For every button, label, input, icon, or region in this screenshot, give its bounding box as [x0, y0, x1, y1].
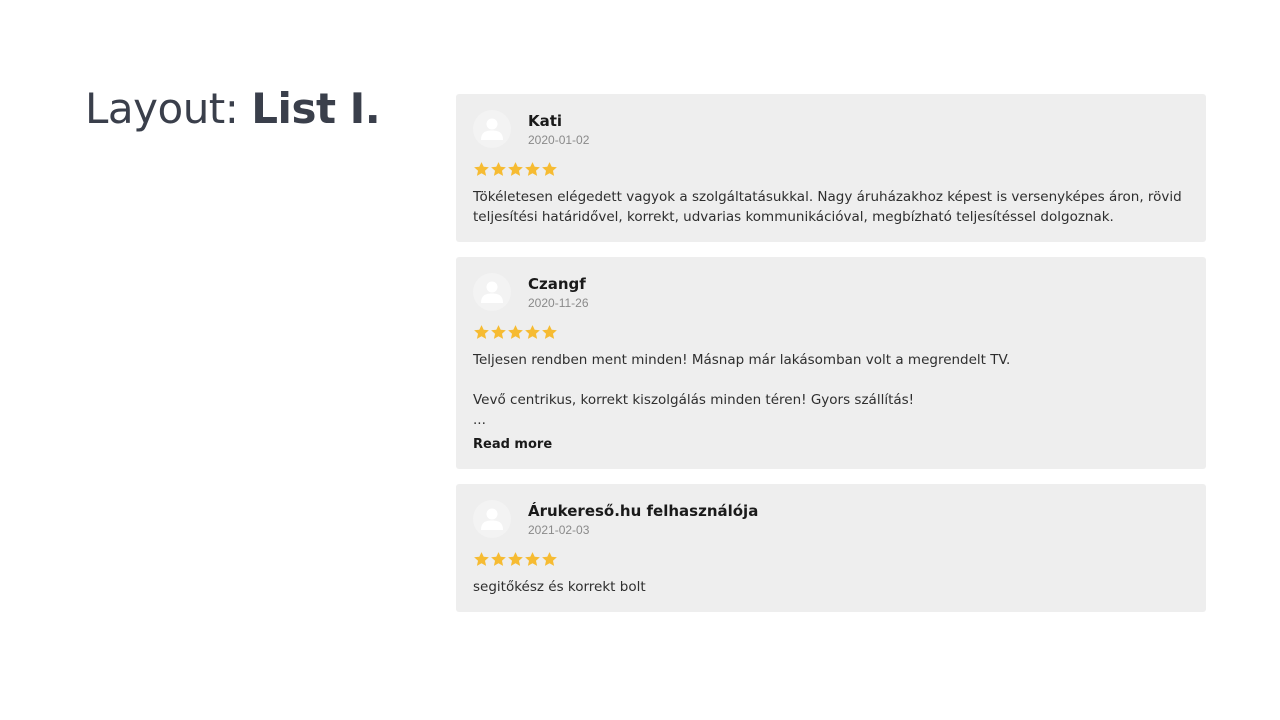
star-rating — [473, 551, 1189, 569]
star-icon — [491, 162, 506, 176]
star-icon — [508, 552, 523, 566]
review-header: Czangf 2020-11-26 — [473, 271, 1189, 315]
avatar — [473, 110, 511, 148]
page-title-strong: List I. — [251, 84, 381, 133]
user-icon — [481, 281, 503, 303]
star-icon — [542, 162, 557, 176]
author-block: Árukereső.hu felhasználója 2021-02-03 — [528, 498, 758, 538]
author-block: Czangf 2020-11-26 — [528, 271, 589, 311]
review-header: Kati 2020-01-02 — [473, 108, 1189, 152]
star-icon — [474, 325, 489, 339]
star-icon — [525, 162, 540, 176]
star-rating — [473, 324, 1189, 342]
review-date: 2020-11-26 — [528, 296, 589, 310]
review-list: Kati 2020-01-02 Tökéletesen elégedett va… — [456, 94, 1206, 627]
star-icon — [525, 325, 540, 339]
review-card: Czangf 2020-11-26 Teljesen rendben ment … — [456, 257, 1206, 469]
star-icon — [542, 325, 557, 339]
review-text: segitőkész és korrekt bolt — [473, 579, 646, 595]
author-block: Kati 2020-01-02 — [528, 108, 589, 148]
author-name: Árukereső.hu felhasználója — [528, 502, 759, 520]
star-icon — [508, 162, 523, 176]
review-text: Tökéletesen elégedett vagyok a szolgálta… — [473, 189, 1182, 225]
author-name: Kati — [528, 112, 563, 130]
star-icon — [491, 325, 506, 339]
review-header: Árukereső.hu felhasználója 2021-02-03 — [473, 498, 1189, 542]
author-name: Czangf — [528, 275, 586, 293]
star-icon — [525, 552, 540, 566]
review-card: Kati 2020-01-02 Tökéletesen elégedett va… — [456, 94, 1206, 242]
star-icon — [474, 552, 489, 566]
page-title: Layout: List I. — [85, 84, 381, 134]
star-icon — [508, 325, 523, 339]
star-icon — [474, 162, 489, 176]
avatar — [473, 273, 511, 311]
star-icon — [542, 552, 557, 566]
avatar — [473, 500, 511, 538]
review-date: 2021-02-03 — [528, 523, 590, 537]
review-card: Árukereső.hu felhasználója 2021-02-03 se… — [456, 484, 1206, 612]
star-icon — [491, 552, 506, 566]
review-text: Teljesen rendben ment minden! Másnap már… — [473, 352, 1011, 428]
user-icon — [481, 118, 503, 140]
page-title-prefix: Layout: — [85, 84, 252, 133]
review-date: 2020-01-02 — [528, 133, 590, 147]
read-more-link[interactable]: Read more — [473, 436, 552, 454]
star-rating — [473, 161, 1189, 179]
user-icon — [481, 508, 503, 530]
